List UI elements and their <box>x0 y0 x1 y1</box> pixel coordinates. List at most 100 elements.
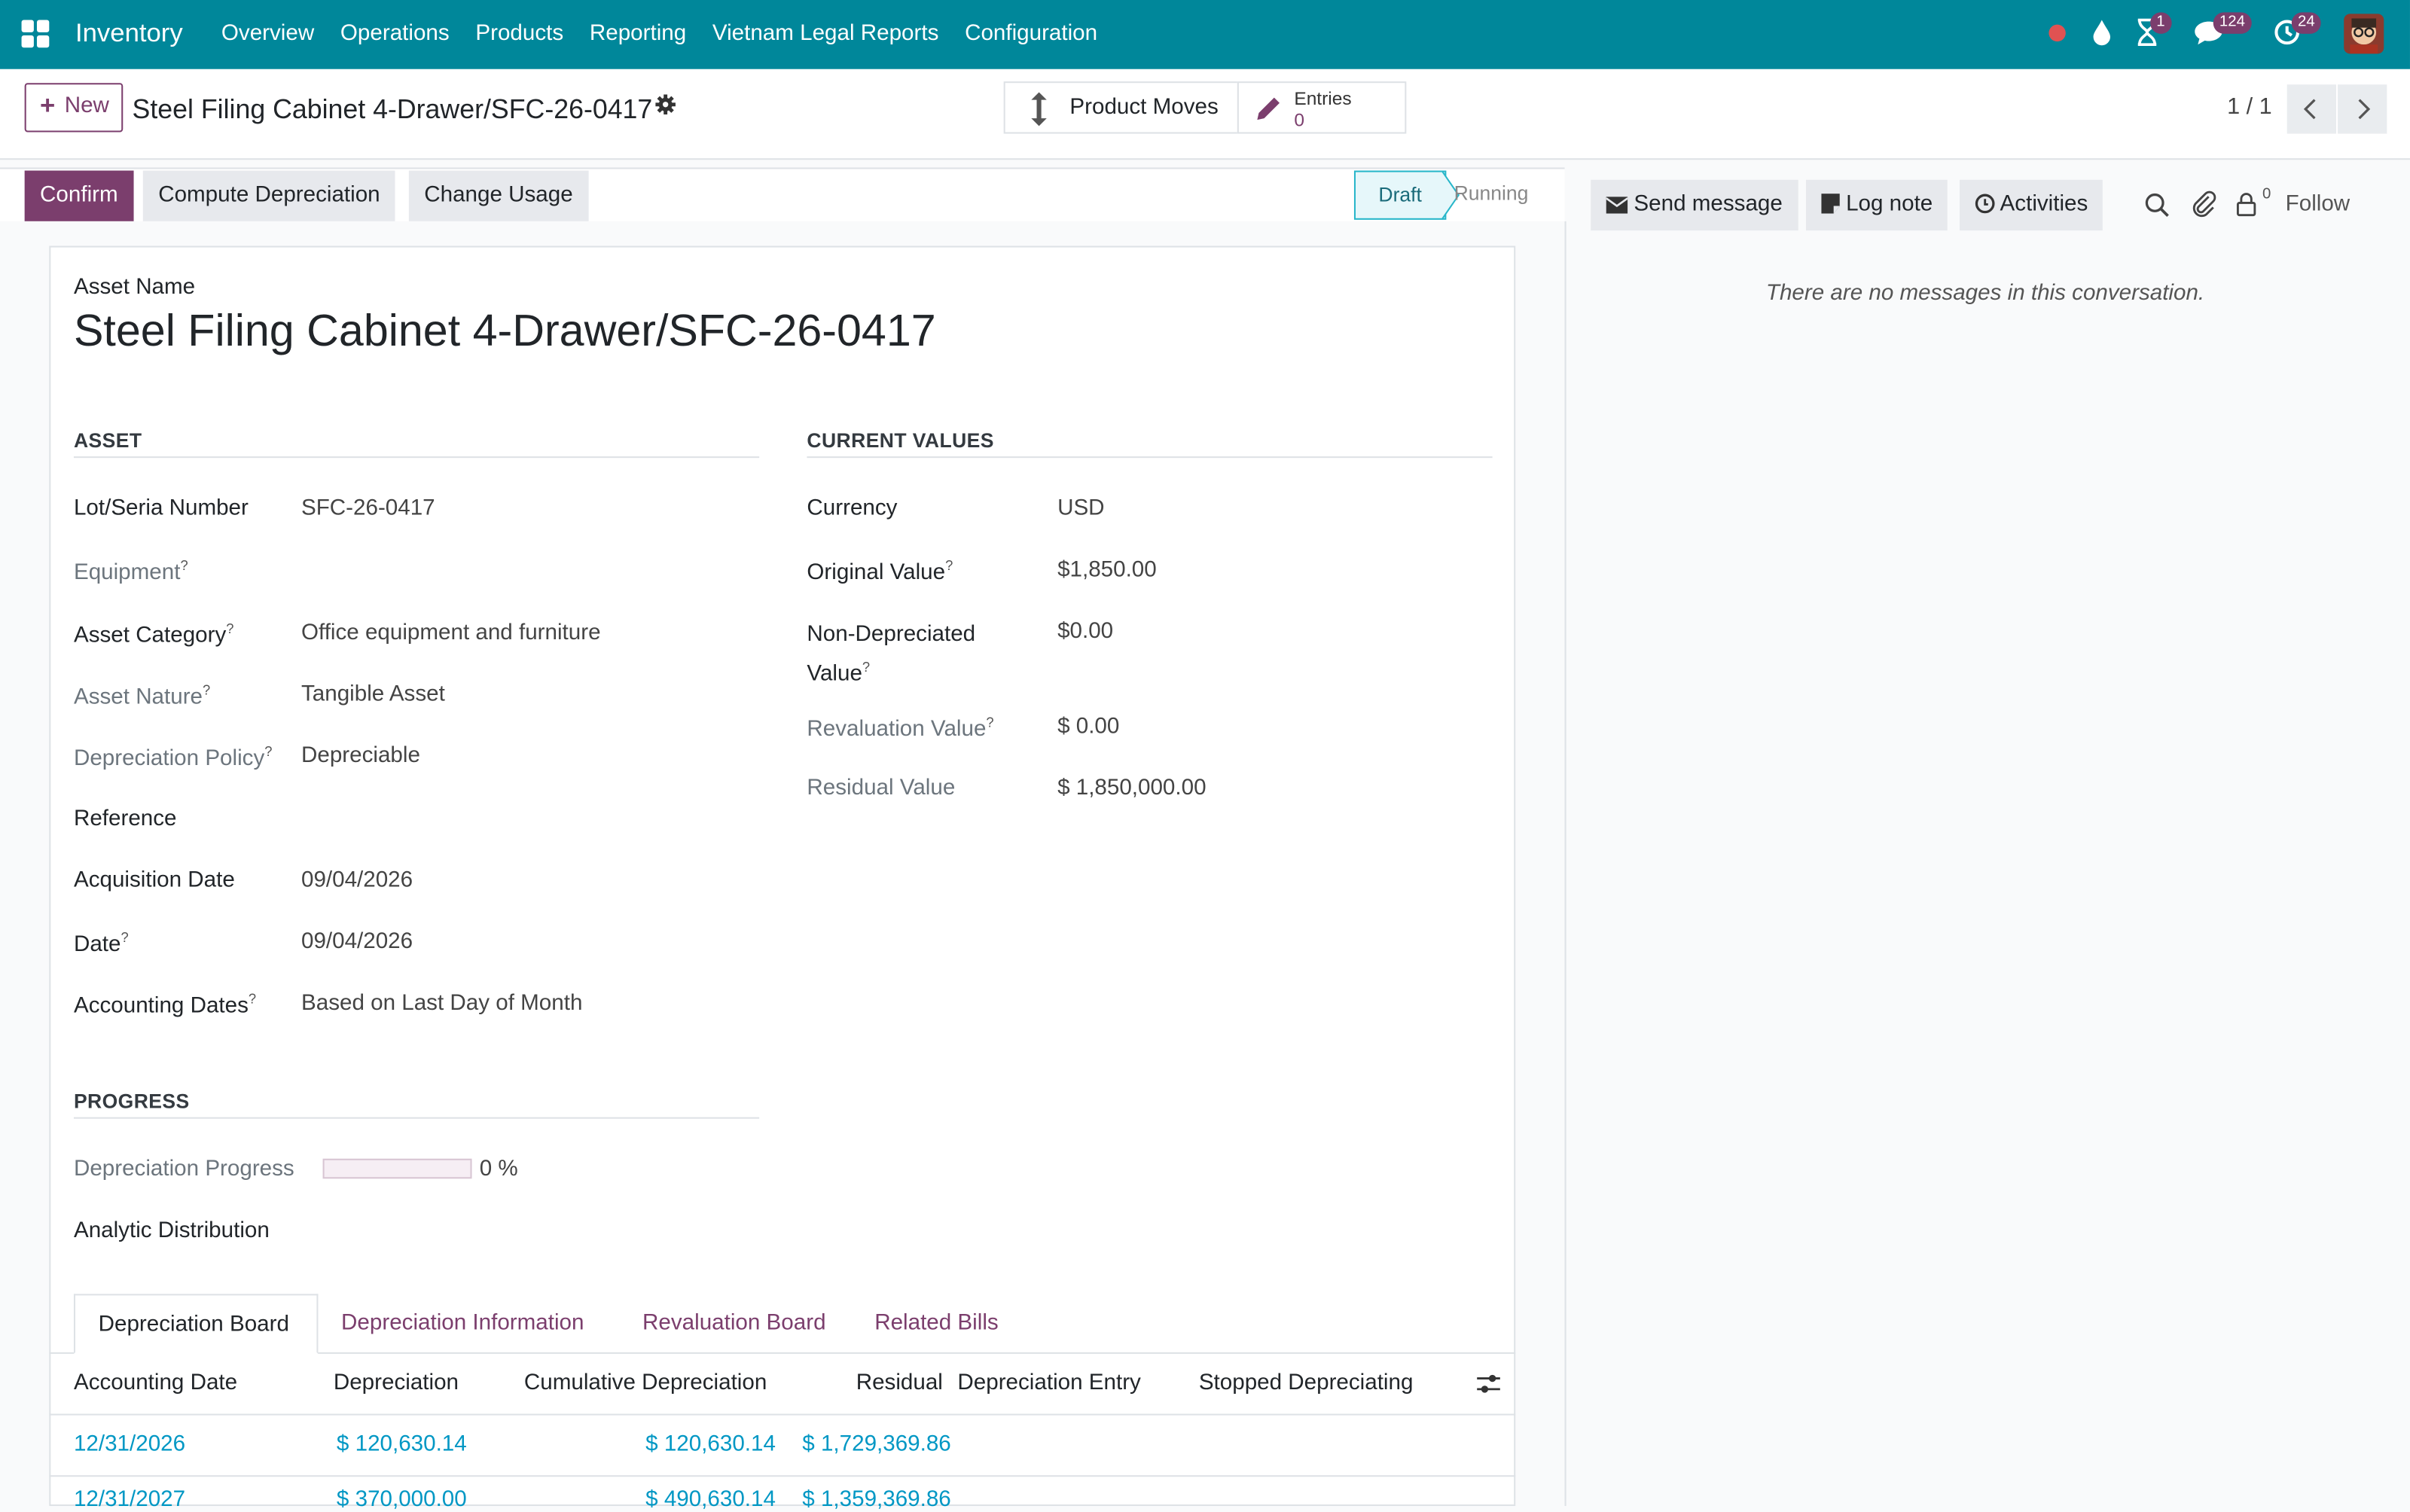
tab-related-bills[interactable]: Related Bills <box>874 1311 998 1336</box>
user-avatar[interactable] <box>2344 14 2384 54</box>
follow-button[interactable]: Follow <box>2286 192 2351 217</box>
pager-value[interactable]: 1 / 1 <box>2227 93 2272 120</box>
confirm-button[interactable]: Confirm <box>24 170 134 221</box>
menu-item-reporting[interactable]: Reporting <box>590 22 686 47</box>
help-icon: ? <box>264 743 273 760</box>
table-cell-cumulative[interactable]: $ 120,630.14 <box>645 1432 776 1457</box>
asset-category-value[interactable]: Office equipment and furniture <box>301 620 601 645</box>
main-menu: Overview Operations Products Reporting Vietn… <box>221 22 1124 47</box>
updates-icon[interactable]: 24 <box>2273 12 2321 53</box>
search-icon[interactable] <box>2144 192 2171 218</box>
tab-depreciation-board[interactable]: Depreciation Board <box>73 1294 319 1354</box>
column-header-residual[interactable]: Residual <box>856 1370 943 1395</box>
pager-next-button[interactable] <box>2338 84 2387 134</box>
help-icon: ? <box>986 714 994 730</box>
status-bar: Confirm Compute Depreciation Change Usag… <box>0 167 1565 224</box>
currency-label: Currency <box>807 496 898 521</box>
activities-button[interactable]: Activities <box>1960 179 2103 231</box>
table-cell-depreciation[interactable]: $ 120,630.14 <box>337 1432 467 1457</box>
original-value-value[interactable]: $1,850.00 <box>1057 558 1157 583</box>
depreciation-policy-value[interactable]: Depreciable <box>301 744 420 769</box>
section-divider <box>807 456 1493 459</box>
paperclip-icon[interactable] <box>2192 191 2216 218</box>
optional-columns-icon[interactable] <box>1475 1372 1502 1395</box>
menu-item-vietnam-legal-reports[interactable]: Vietnam Legal Reports <box>712 22 939 47</box>
section-current-values: CURRENT VALUES <box>807 428 994 452</box>
change-usage-button[interactable]: Change Usage <box>408 170 589 221</box>
table-cell-residual[interactable]: $ 1,359,369.86 <box>802 1487 950 1512</box>
lot-serial-label: Lot/Seria Number <box>73 496 249 521</box>
asset-name-field[interactable]: Steel Filing Cabinet 4-Drawer/SFC-26-041… <box>74 307 936 358</box>
acquisition-date-value[interactable]: 09/04/2026 <box>301 868 413 893</box>
activity-badge: 1 <box>2150 12 2171 34</box>
compute-depreciation-button[interactable]: Compute Depreciation <box>142 170 396 221</box>
column-header-cumulative-depreciation[interactable]: Cumulative Depreciation <box>524 1370 767 1395</box>
activity-clock-icon[interactable]: 1 <box>2135 12 2171 53</box>
analytic-distribution-label: Analytic Distribution <box>73 1218 270 1244</box>
table-cell-residual[interactable]: $ 1,729,369.86 <box>802 1432 950 1457</box>
stage-running[interactable]: Running <box>1454 181 1529 205</box>
tab-revaluation-board[interactable]: Revaluation Board <box>642 1311 825 1336</box>
note-icon <box>1821 194 1840 214</box>
section-divider <box>73 1117 760 1119</box>
depreciation-progress-label: Depreciation Progress <box>73 1157 294 1182</box>
column-header-depreciation[interactable]: Depreciation <box>334 1370 459 1395</box>
messages-icon[interactable]: 124 <box>2193 12 2252 53</box>
column-header-depreciation-entry[interactable]: Depreciation Entry <box>957 1370 1140 1395</box>
envelope-icon <box>1605 197 1628 214</box>
recording-dot-icon[interactable] <box>2048 24 2066 42</box>
help-icon: ? <box>248 991 257 1007</box>
non-depreciated-value-label: Non-Depreciated Value? <box>807 622 976 687</box>
column-header-accounting-date[interactable]: Accounting Date <box>74 1370 237 1395</box>
table-cell-depreciation[interactable]: $ 370,000.00 <box>337 1487 467 1512</box>
product-moves-label: Product Moves <box>1069 95 1219 120</box>
original-value-label: Original Value? <box>807 557 953 586</box>
menu-item-configuration[interactable]: Configuration <box>965 22 1097 47</box>
top-navbar: Inventory Overview Operations Products Repo… <box>0 0 2410 69</box>
stage-draft[interactable]: Draft <box>1353 170 1447 220</box>
asset-nature-value[interactable]: Tangible Asset <box>301 682 445 707</box>
entries-button[interactable]: Entries 0 <box>1237 81 1407 134</box>
currency-value[interactable]: USD <box>1057 496 1104 521</box>
entries-label: Entries <box>1294 87 1352 109</box>
entries-count: 0 <box>1294 108 1305 131</box>
accounting-dates-value[interactable]: Based on Last Day of Month <box>301 991 582 1016</box>
messages-badge: 124 <box>2213 12 2252 34</box>
table-cell-date[interactable]: 12/31/2026 <box>74 1432 185 1457</box>
date-value[interactable]: 09/04/2026 <box>301 930 413 955</box>
residual-value-value[interactable]: $ 1,850,000.00 <box>1057 776 1206 801</box>
help-icon: ? <box>862 659 871 675</box>
asset-name-label: Asset Name <box>73 275 196 300</box>
log-note-button[interactable]: Log note <box>1805 179 1948 231</box>
follower-count: 0 <box>2262 185 2271 203</box>
gear-icon[interactable] <box>654 93 676 115</box>
table-cell-cumulative[interactable]: $ 490,630.14 <box>645 1487 776 1512</box>
table-header-divider <box>49 1413 1516 1416</box>
followers-lock-icon[interactable] <box>2236 192 2256 217</box>
drop-icon[interactable] <box>2092 18 2113 53</box>
depreciation-policy-label: Depreciation Policy? <box>73 743 273 772</box>
help-icon: ? <box>180 557 188 574</box>
pager-previous-button[interactable] <box>2286 84 2337 134</box>
reference-label: Reference <box>73 806 177 832</box>
revaluation-value-value[interactable]: $ 0.00 <box>1057 715 1119 739</box>
asset-category-label: Asset Category? <box>73 620 234 648</box>
tab-depreciation-information[interactable]: Depreciation Information <box>341 1311 584 1336</box>
column-header-stopped-depreciating[interactable]: Stopped Depreciating <box>1199 1370 1414 1395</box>
menu-item-operations[interactable]: Operations <box>340 22 450 47</box>
chatter-empty-message: There are no messages in this conversati… <box>1765 281 2205 306</box>
help-icon: ? <box>945 557 953 574</box>
section-asset: ASSET <box>73 428 142 452</box>
send-message-button[interactable]: Send message <box>1591 179 1798 231</box>
help-icon: ? <box>226 620 234 636</box>
new-button[interactable]: + New <box>24 83 124 133</box>
menu-item-products[interactable]: Products <box>475 22 563 47</box>
chevron-right-icon <box>2358 99 2371 120</box>
table-cell-date[interactable]: 12/31/2027 <box>74 1487 185 1512</box>
app-menu-icon[interactable] <box>21 20 50 48</box>
product-moves-button[interactable]: Product Moves <box>1003 81 1239 134</box>
app-brand[interactable]: Inventory <box>75 18 183 49</box>
lot-serial-value[interactable]: SFC-26-0417 <box>301 496 435 521</box>
non-depreciated-value-value[interactable]: $0.00 <box>1057 619 1113 644</box>
menu-item-overview[interactable]: Overview <box>221 22 314 47</box>
